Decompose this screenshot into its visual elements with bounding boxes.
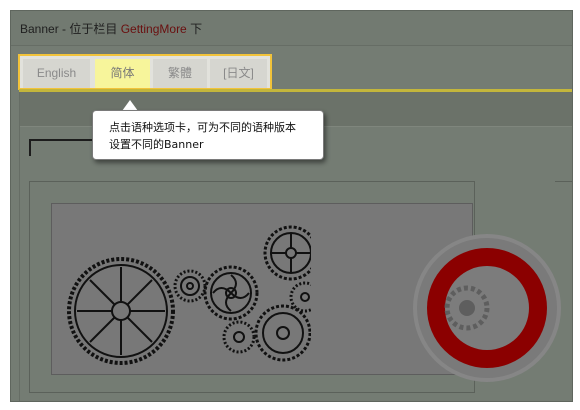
banner-settings-frame: Banner - 位于栏目 GettingMore 下 English 简体 繁… xyxy=(10,10,573,402)
tiny-gear-hub xyxy=(233,331,245,343)
lower-gear-hub xyxy=(276,326,290,340)
upper-gear-hub xyxy=(285,247,297,259)
language-tabs: English 简体 繁體 [日文] xyxy=(18,54,272,90)
large-gear-spokes xyxy=(77,267,165,355)
lower-gear-teeth xyxy=(254,304,311,362)
tooltip: 点击语种选项卡，可为不同的语种版本 设置不同的Banner xyxy=(92,110,324,160)
gears-graphic xyxy=(67,225,311,365)
title-prefix: Banner - 位于栏目 xyxy=(20,22,121,36)
title-suffix: 下 xyxy=(186,22,203,36)
small-gear-rim xyxy=(180,276,200,296)
right-divider xyxy=(555,181,572,182)
right-gear-hub xyxy=(300,292,310,302)
upper-gear-spokes xyxy=(272,234,310,272)
tab-traditional[interactable]: 繁體 xyxy=(153,59,207,88)
swirl-gear-spokes xyxy=(212,274,250,312)
small-gear-hub xyxy=(186,282,194,290)
tab-english[interactable]: English xyxy=(23,59,90,88)
tooltip-line-1: 点击语种选项卡，可为不同的语种版本 xyxy=(109,121,296,134)
tiny-gear-teeth xyxy=(222,320,256,354)
logo-gear-hub xyxy=(459,300,475,316)
red-gear-logo xyxy=(413,234,561,382)
tooltip-line-2: 设置不同的Banner xyxy=(109,138,204,151)
panel-left-border xyxy=(19,92,20,401)
small-gear-teeth xyxy=(173,269,207,303)
title-bar: Banner - 位于栏目 GettingMore 下 xyxy=(11,11,572,46)
tab-japanese[interactable]: [日文] xyxy=(210,59,267,88)
column-link[interactable]: GettingMore xyxy=(121,22,187,36)
lower-gear-rim xyxy=(262,312,304,354)
tab-simplified[interactable]: 简体 xyxy=(95,59,150,88)
page-title: Banner - 位于栏目 GettingMore 下 xyxy=(20,20,202,37)
